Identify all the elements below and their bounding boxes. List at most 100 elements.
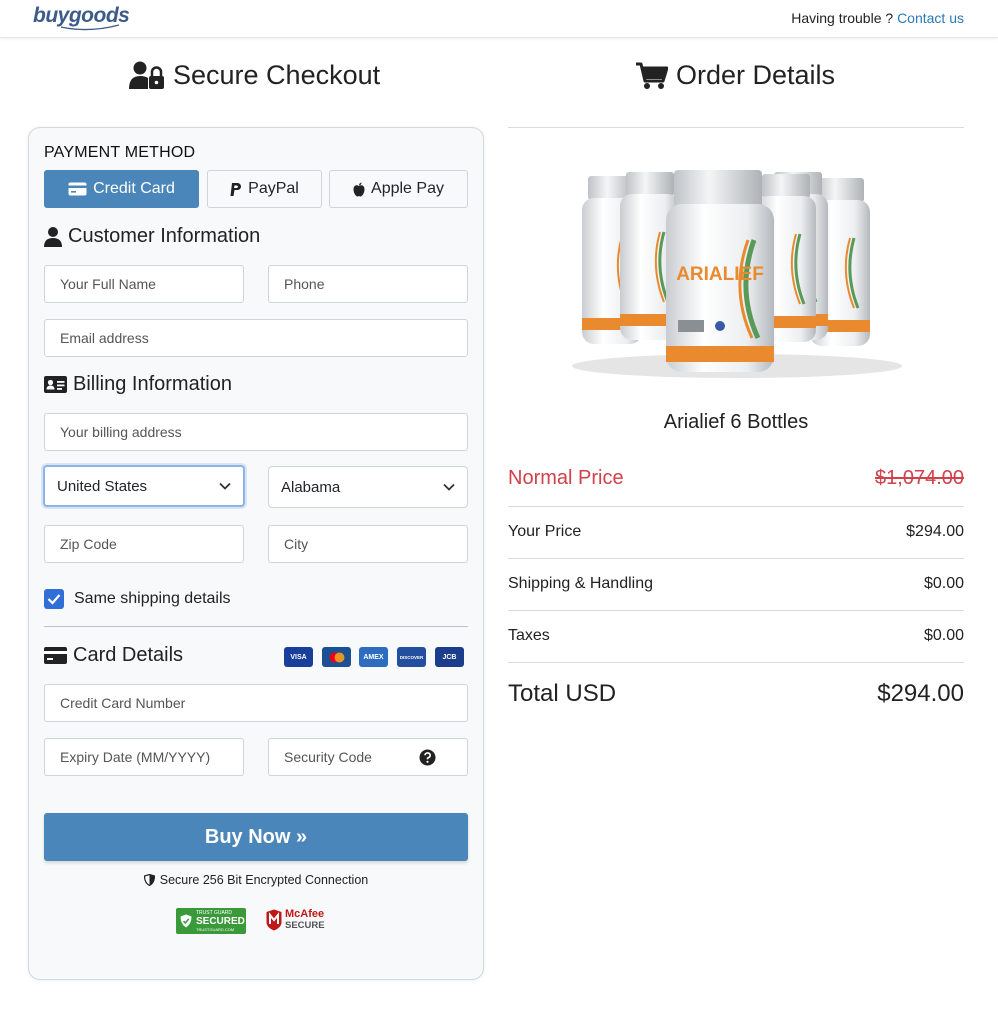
buy-now-button[interactable]: Buy Now » [44,813,468,861]
mastercard-circles-icon [329,652,344,662]
product-bottles-image: ARIALIEF [572,170,902,378]
credit-card-tab-label: Credit Card [93,180,175,197]
buy-now-label: Buy Now » [204,825,308,848]
price-divider [508,558,964,559]
payment-method-label: PAYMENT METHOD [44,144,196,161]
normal-price-label: Normal Price [508,467,624,489]
billing-address-placeholder: Your billing address [60,424,182,440]
billing-info-heading: Billing Information [44,373,232,396]
expiry-date-placeholder: Expiry Date (MM/YYYY) [60,749,211,765]
billing-info-label: Billing Information [73,373,232,395]
trust-guard-badge[interactable]: TRUST GUARD SECURED TRUSTGUARD.COM [176,908,246,934]
discover-logo-text: DISCOVER [399,654,424,660]
taxes-label: Taxes [508,627,550,644]
your-price-label: Your Price [508,523,582,540]
paypal-tab[interactable]: PayPal [207,170,322,208]
customer-info-heading: Customer Information [44,225,260,248]
credit-card-icon [68,182,87,196]
phone-input[interactable]: Phone [268,265,468,303]
card-details-heading: Card Details [44,644,183,667]
amex-logo-icon: AMEX [359,647,388,667]
price-divider [508,506,964,507]
same-shipping-checkbox[interactable] [44,589,64,609]
phone-placeholder: Phone [284,276,325,292]
expiry-date-input[interactable]: Expiry Date (MM/YYYY) [44,738,244,776]
trust-guard-line2: SECURED [196,916,245,927]
full-name-input[interactable]: Your Full Name [44,265,244,303]
logo-swoosh-icon [60,24,120,31]
top-bar: buygoods Having trouble ? Contact us [0,0,998,38]
secure-checkout-title: Secure Checkout [129,60,380,91]
email-input[interactable]: Email address [44,319,468,357]
help-text: Having trouble ? Contact us [791,10,964,26]
credit-card-tab[interactable]: Credit Card [44,170,199,208]
paypal-icon [230,182,242,196]
discover-logo-icon: DISCOVER [397,647,426,667]
order-divider-top [508,127,964,128]
order-details-label: Order Details [676,60,836,90]
total-value: $294.00 [877,680,964,707]
question-circle-icon[interactable] [419,749,436,766]
buygoods-logo[interactable]: buygoods [33,4,130,31]
trouble-text: Having trouble ? [791,10,894,26]
user-icon [44,226,62,247]
email-placeholder: Email address [60,330,149,346]
mastercard-logo-icon [322,647,351,667]
zip-code-input[interactable]: Zip Code [44,525,244,563]
jcb-logo-text: JCB [442,653,457,661]
chevron-down-icon [219,482,231,490]
your-price-value: $294.00 [906,523,964,540]
secure-connection-text: Secure 256 Bit Encrypted Connection [159,873,369,887]
city-input[interactable]: City [268,525,468,563]
credit-card-icon [44,647,67,664]
secure-checkout-label: Secure Checkout [173,60,381,90]
contact-us-link[interactable]: Contact us [897,10,964,26]
amex-logo-text: AMEX [363,653,384,661]
same-shipping-label[interactable]: Same shipping details [74,590,231,608]
section-divider [44,626,468,627]
state-select[interactable]: Alabama [268,466,468,508]
visa-logo-icon: VISA [284,647,313,667]
apple-pay-tab[interactable]: Apple Pay [329,170,468,208]
mcafee-shield-icon [266,909,282,931]
country-value: United States [57,477,148,495]
mcafee-line2: SECURE [285,920,325,931]
checkmark-icon [47,594,61,605]
normal-price-value: $1,074.00 [875,467,964,489]
order-details-title: Order Details [636,60,835,91]
price-divider [508,610,964,611]
security-code-placeholder: Security Code [284,749,372,765]
billing-address-input[interactable]: Your billing address [44,413,468,451]
zip-code-placeholder: Zip Code [60,536,117,552]
address-card-icon [44,376,67,393]
card-number-placeholder: Credit Card Number [60,695,186,711]
mcafee-line1: McAfee [285,908,325,920]
user-lock-icon [129,61,164,89]
security-code-input[interactable]: Security Code [268,738,468,776]
total-label: Total USD [508,680,617,707]
country-select[interactable]: United States [43,465,245,507]
shipping-value: $0.00 [923,575,964,592]
paypal-tab-label: PayPal [248,180,299,197]
apple-pay-tab-label: Apple Pay [371,180,444,197]
jcb-logo-icon: JCB [435,647,464,667]
card-number-input[interactable]: Credit Card Number [44,684,468,722]
full-name-placeholder: Your Full Name [60,276,156,292]
state-value: Alabama [281,478,341,496]
bottle-brand-text: ARIALIEF [676,264,764,285]
trust-guard-line3: TRUSTGUARD.COM [196,927,235,932]
shipping-label: Shipping & Handling [508,575,653,592]
shopping-cart-icon [636,62,668,89]
shield-icon [143,874,155,886]
visa-logo-text: VISA [290,653,307,661]
price-divider [508,662,964,663]
card-details-label: Card Details [73,644,184,666]
chevron-down-icon [443,483,455,491]
city-placeholder: City [284,536,309,552]
apple-icon [353,182,365,196]
trust-guard-shield-icon [180,914,192,928]
secure-connection-note: Secure 256 Bit Encrypted Connection [0,873,512,887]
mcafee-secure-badge[interactable]: McAfee SECURE [266,907,336,935]
product-name: Arialief 6 Bottles [663,411,809,433]
customer-info-label: Customer Information [68,225,261,247]
